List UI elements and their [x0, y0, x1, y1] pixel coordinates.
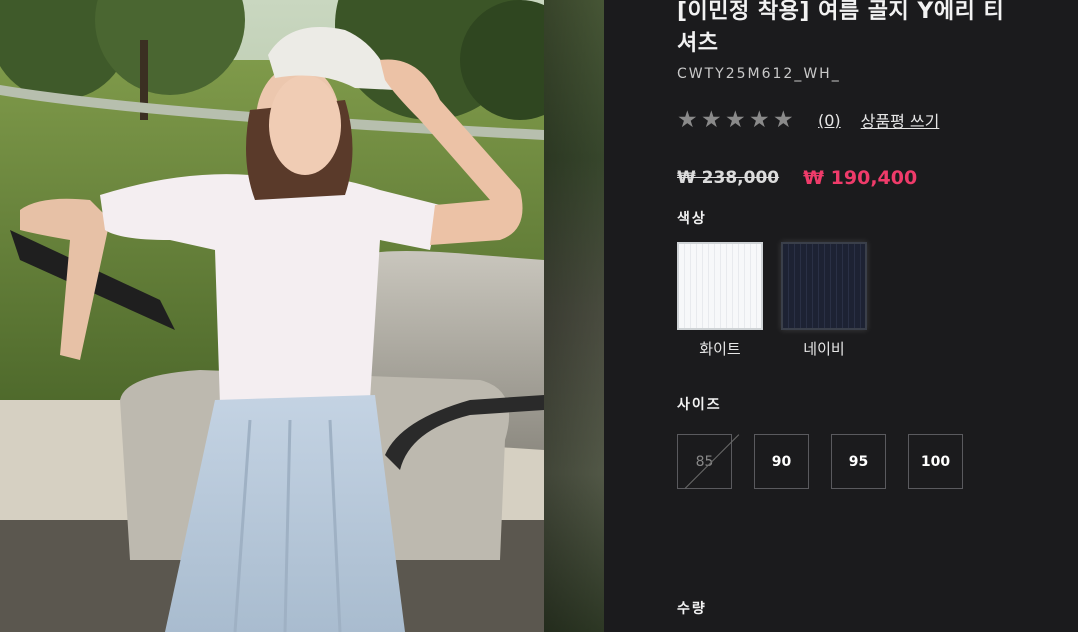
color-swatch-white[interactable] [677, 242, 763, 330]
color-swatch-navy[interactable] [781, 242, 867, 330]
size-option-90[interactable]: 90 [754, 434, 809, 489]
product-photo [0, 0, 544, 632]
rating-row: ★ ★ ★ ★ ★ (0) 상품평 쓰기 [677, 108, 939, 132]
star-icon: ★ [773, 107, 794, 133]
star-icon: ★ [749, 107, 770, 133]
size-option-85[interactable]: 85 [677, 434, 732, 489]
color-option-white[interactable]: 화이트 [677, 242, 763, 359]
star-icon: ★ [677, 107, 698, 133]
size-options: 85 90 95 100 [677, 434, 963, 489]
size-label: 사이즈 [677, 397, 722, 413]
color-options: 화이트 네이비 [677, 242, 867, 359]
price-row: ₩ 238,000 ₩ 190,400 [677, 167, 917, 189]
review-count-link[interactable]: (0) [818, 111, 841, 130]
color-name: 화이트 [699, 340, 741, 358]
color-option-navy[interactable]: 네이비 [781, 242, 867, 359]
photo-edge [544, 0, 604, 632]
size-option-95[interactable]: 95 [831, 434, 886, 489]
product-info-panel: [이민정 착용] 여름 골지 Y에리 티 셔츠 CWTY25M612_WH_ ★… [604, 0, 1078, 632]
original-price: ₩ 238,000 [677, 168, 780, 188]
size-option-100[interactable]: 100 [908, 434, 963, 489]
quantity-label: 수량 [677, 601, 707, 617]
sale-price: ₩ 190,400 [803, 167, 918, 189]
color-label: 색상 [677, 211, 707, 227]
product-title: [이민정 착용] 여름 골지 Y에리 티 셔츠 [677, 0, 1005, 56]
star-rating: ★ ★ ★ ★ ★ [677, 107, 796, 133]
product-code: CWTY25M612_WH_ [677, 66, 841, 82]
write-review-link[interactable]: 상품평 쓰기 [861, 108, 940, 132]
color-name: 네이비 [803, 340, 845, 358]
star-icon: ★ [725, 107, 746, 133]
star-icon: ★ [701, 107, 722, 133]
